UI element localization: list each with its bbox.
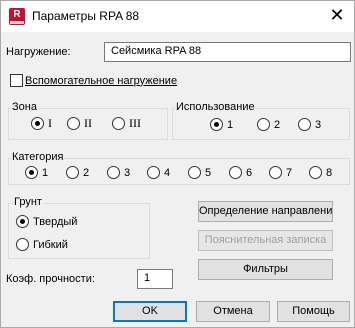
soil-title: Грунт [13,196,43,208]
note-button[interactable]: Пояснительная записка [198,230,333,251]
radio-circle[interactable] [31,117,44,130]
title-bar[interactable]: R Параметры RPA 88 ✕ [1,1,354,32]
category-radio-6[interactable]: 6 [229,166,252,179]
direction-button[interactable]: Определение направления [198,201,333,222]
radio-circle[interactable] [298,118,311,131]
usage-title: Использование [175,101,256,113]
category-radio-7[interactable]: 7 [269,166,292,179]
radio-circle[interactable] [188,166,201,179]
radio-circle[interactable] [147,166,160,179]
radio-circle[interactable] [229,166,242,179]
category-radio-3[interactable]: 3 [107,166,130,179]
usage-radio-2[interactable]: 2 [257,118,280,131]
radio-circle[interactable] [16,215,29,228]
radio-circle[interactable] [107,166,120,179]
help-button[interactable]: Помощь [277,301,350,322]
zone-radio-3[interactable]: III [112,116,141,131]
category-radio-8[interactable]: 8 [309,166,332,179]
strength-field[interactable]: 1 [137,269,173,289]
close-icon[interactable]: ✕ [328,6,346,24]
cancel-button[interactable]: Отмена [196,301,270,322]
category-radio-1[interactable]: 1 [25,166,48,179]
checkbox-box[interactable] [10,74,23,87]
radio-circle[interactable] [66,166,79,179]
dialog-window: R Параметры RPA 88 ✕ Нагружение: Сейсмик… [0,0,355,328]
soil-radio-flexible[interactable]: Гибкий [16,238,68,251]
strength-label: Коэф. прочности: [6,273,95,285]
category-radio-2[interactable]: 2 [66,166,89,179]
category-radio-5[interactable]: 5 [188,166,211,179]
zone-radio-2[interactable]: II [67,116,92,131]
radio-circle[interactable] [269,166,282,179]
loading-label: Нагружение: [6,46,71,58]
radio-circle[interactable] [257,118,270,131]
window-title: Параметры RPA 88 [32,9,140,23]
loading-field[interactable]: Сейсмика RPA 88 [104,42,351,62]
zone-radio-1[interactable]: I [31,116,52,131]
radio-circle[interactable] [16,238,29,251]
category-title: Категория [11,151,65,163]
auxiliary-label: Вспомогательное нагружение [25,74,178,87]
zone-title: Зона [11,101,38,113]
radio-circle[interactable] [25,166,38,179]
ok-button[interactable]: OK [113,301,187,322]
app-icon: R [9,8,25,25]
radio-circle[interactable] [309,166,322,179]
radio-circle[interactable] [67,117,80,130]
category-radio-4[interactable]: 4 [147,166,170,179]
filters-button[interactable]: Фильтры [198,259,333,280]
radio-circle[interactable] [112,117,125,130]
soil-radio-hard[interactable]: Твердый [16,215,77,228]
usage-radio-1[interactable]: 1 [210,118,233,131]
radio-circle[interactable] [210,118,223,131]
auxiliary-checkbox[interactable]: Вспомогательное нагружение [10,74,177,87]
usage-radio-3[interactable]: 3 [298,118,321,131]
